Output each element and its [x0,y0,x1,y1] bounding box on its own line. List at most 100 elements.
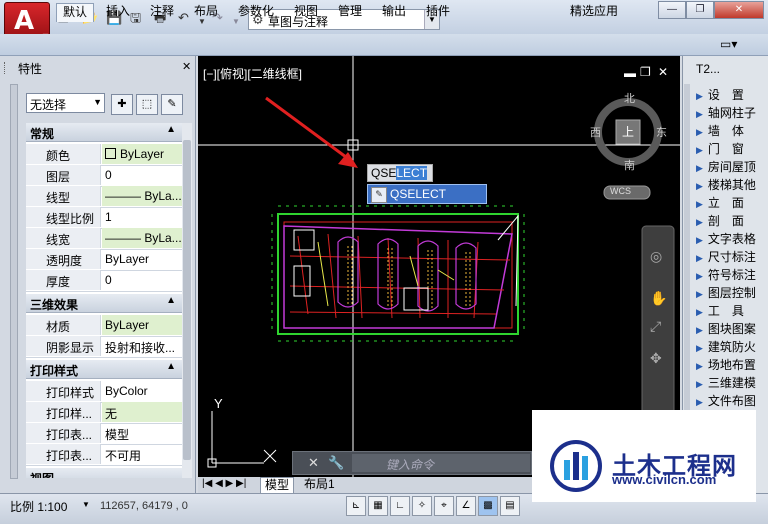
annotation-arrow [265,96,351,162]
zoom-icon[interactable]: ⤢ [650,318,661,335]
command-input[interactable] [352,454,530,472]
t2-menu-item[interactable]: ▶ 图块图案 [696,320,766,338]
t2-menu-item[interactable]: ▶ 剖 面 [696,212,766,230]
wrench-icon[interactable]: 🔧 [328,455,344,471]
select-objects-button[interactable]: ⬚ [136,94,158,115]
t2-item-label: 房间屋顶 [707,160,756,174]
t2-menu-item[interactable]: ▶ 三维建模 [696,374,766,392]
t2-menu-item[interactable]: ▶ 设 置 [696,86,766,104]
restore-button[interactable]: ❐ [686,1,714,19]
quick-properties-button[interactable]: ▤ [500,496,520,516]
quick-select-button[interactable]: ✎ [161,94,183,115]
section-view[interactable]: 视图 [26,468,182,478]
tab-nav-arrows[interactable]: |◀ ◀ ▶ ▶| [202,478,246,489]
tab-featured-apps[interactable]: 精选应用 [564,3,624,21]
tab-parametric[interactable]: 参数化 [232,3,280,21]
section-title: 三维效果 [30,298,79,312]
t2-menu-item[interactable]: ▶ 轴网柱子 [696,104,766,122]
tab-annotate[interactable]: 注释 [144,3,180,21]
t2-item-label: 符号标注 [707,268,756,282]
property-key: 打印表... [26,444,101,464]
viewcube-top-label: 上 [622,125,635,139]
polar-tracking-button[interactable]: ✧ [412,496,432,516]
t2-menu-item[interactable]: ▶ 工 具 [696,302,766,320]
lineweight-button[interactable]: ▩ [478,496,498,516]
orbit-icon[interactable]: ✥ [650,350,662,367]
scrollbar-thumb[interactable] [183,140,191,460]
minimize-button[interactable]: — [658,1,686,19]
tab-manage[interactable]: 管理 [332,3,368,21]
tab-view[interactable]: 视图 [288,3,324,21]
t2-menu-item[interactable]: ▶ 楼梯其他 [696,176,766,194]
tab-default[interactable]: 默认 [56,3,95,22]
property-row[interactable]: 厚度 0 [26,270,182,292]
ortho-mode-button[interactable]: ∟ [390,496,410,516]
command-suggestion[interactable]: ✎ QSELECT [367,184,487,204]
section-plot-style[interactable]: 打印样式 ▲ [26,360,182,379]
property-row[interactable]: 线宽 ——— ByLa... [26,228,182,250]
watermark-logo [550,440,602,492]
close-button[interactable]: ✕ [714,1,764,19]
close-icon[interactable]: ✕ [182,60,191,73]
property-row[interactable]: 打印样... 无 [26,402,182,424]
section-3d-effects[interactable]: 三维效果 ▲ [26,294,182,313]
t2-item-label: 尺寸标注 [707,250,756,264]
property-row[interactable]: 阴影显示 投射和接收... [26,336,182,358]
property-row[interactable]: 线型 ——— ByLa... [26,186,182,208]
section-title: 视图 [30,472,54,478]
t2-menu-item[interactable]: ▶ 图层控制 [696,284,766,302]
tab-output[interactable]: 输出 [376,3,412,21]
section-title: 打印样式 [30,364,79,378]
ribbon-minimize-icon[interactable]: ▭▾ [720,37,737,51]
property-row[interactable]: 透明度 ByLayer [26,249,182,271]
t2-menu-item[interactable]: ▶ 墙 体 [696,122,766,140]
tab-insert[interactable]: 插入 [100,3,136,21]
property-row[interactable]: 材质 ByLayer [26,315,182,337]
chevron-down-icon[interactable]: ▼ [82,500,90,509]
annotation-scale[interactable]: 比例 1:100 [10,498,67,515]
layout-tab-bar [198,477,532,493]
expand-triangle-icon: ▶ [696,163,703,173]
ucs-label: WCS [610,186,631,196]
t2-menu-item[interactable]: ▶ 尺寸标注 [696,248,766,266]
infer-constraints-button[interactable]: ⊾ [346,496,366,516]
tab-layout[interactable]: 布局 [188,3,224,21]
tab-plugins[interactable]: 插件 [420,3,456,21]
t2-menu-item[interactable]: ▶ 房间屋顶 [696,158,766,176]
t2-item-label: 楼梯其他 [707,178,756,192]
t2-item-label: 设 置 [707,88,744,102]
property-row[interactable]: 打印表... 不可用 [26,444,182,466]
palette-grip[interactable] [4,62,7,74]
selection-dropdown[interactable]: 无选择 ▼ [26,93,105,113]
t2-item-label: 文字表格 [707,232,756,246]
property-row[interactable]: 打印样式 ByColor [26,381,182,403]
t2-menu-item[interactable]: ▶ 立 面 [696,194,766,212]
property-row[interactable]: 打印表... 模型 [26,423,182,445]
expand-triangle-icon: ▶ [696,361,703,371]
property-key: 透明度 [26,249,101,269]
property-row[interactable]: 图层 0 [26,165,182,187]
tab-layout1[interactable]: 布局1 [300,477,339,493]
property-value: ByLayer [102,315,182,335]
steering-wheel-icon[interactable]: ◎ [650,248,662,265]
snap-mode-button[interactable]: ▦ [368,496,388,516]
property-value: ——— ByLa... [102,228,182,248]
pan-hand-icon[interactable]: ✋ [650,290,667,307]
t2-menu-item[interactable]: ▶ 场地布置 [696,356,766,374]
property-row[interactable]: 颜色 ByLayer [26,144,182,166]
command-autocomplete-input[interactable]: QSELECT [367,164,433,182]
t2-menu-item[interactable]: ▶ 文字表格 [696,230,766,248]
snap-tracking-button[interactable]: ∠ [456,496,476,516]
section-general[interactable]: 常规 ▲ [26,123,182,142]
t2-menu-item[interactable]: ▶ 符号标注 [696,266,766,284]
t2-menu-item[interactable]: ▶ 建筑防火 [696,338,766,356]
selection-value: 无选择 [30,98,67,112]
property-row[interactable]: 线型比例 1 [26,207,182,229]
close-icon[interactable]: ✕ [308,455,319,471]
t2-item-label: 场地布置 [707,358,756,372]
t2-menu-item[interactable]: ▶ 文件布图 [696,392,766,410]
object-snap-button[interactable]: ⌖ [434,496,454,516]
toggle-pickadd-button[interactable]: ✚ [111,94,133,115]
watermark-url: www.civilcn.com [612,472,717,487]
t2-menu-item[interactable]: ▶ 门 窗 [696,140,766,158]
